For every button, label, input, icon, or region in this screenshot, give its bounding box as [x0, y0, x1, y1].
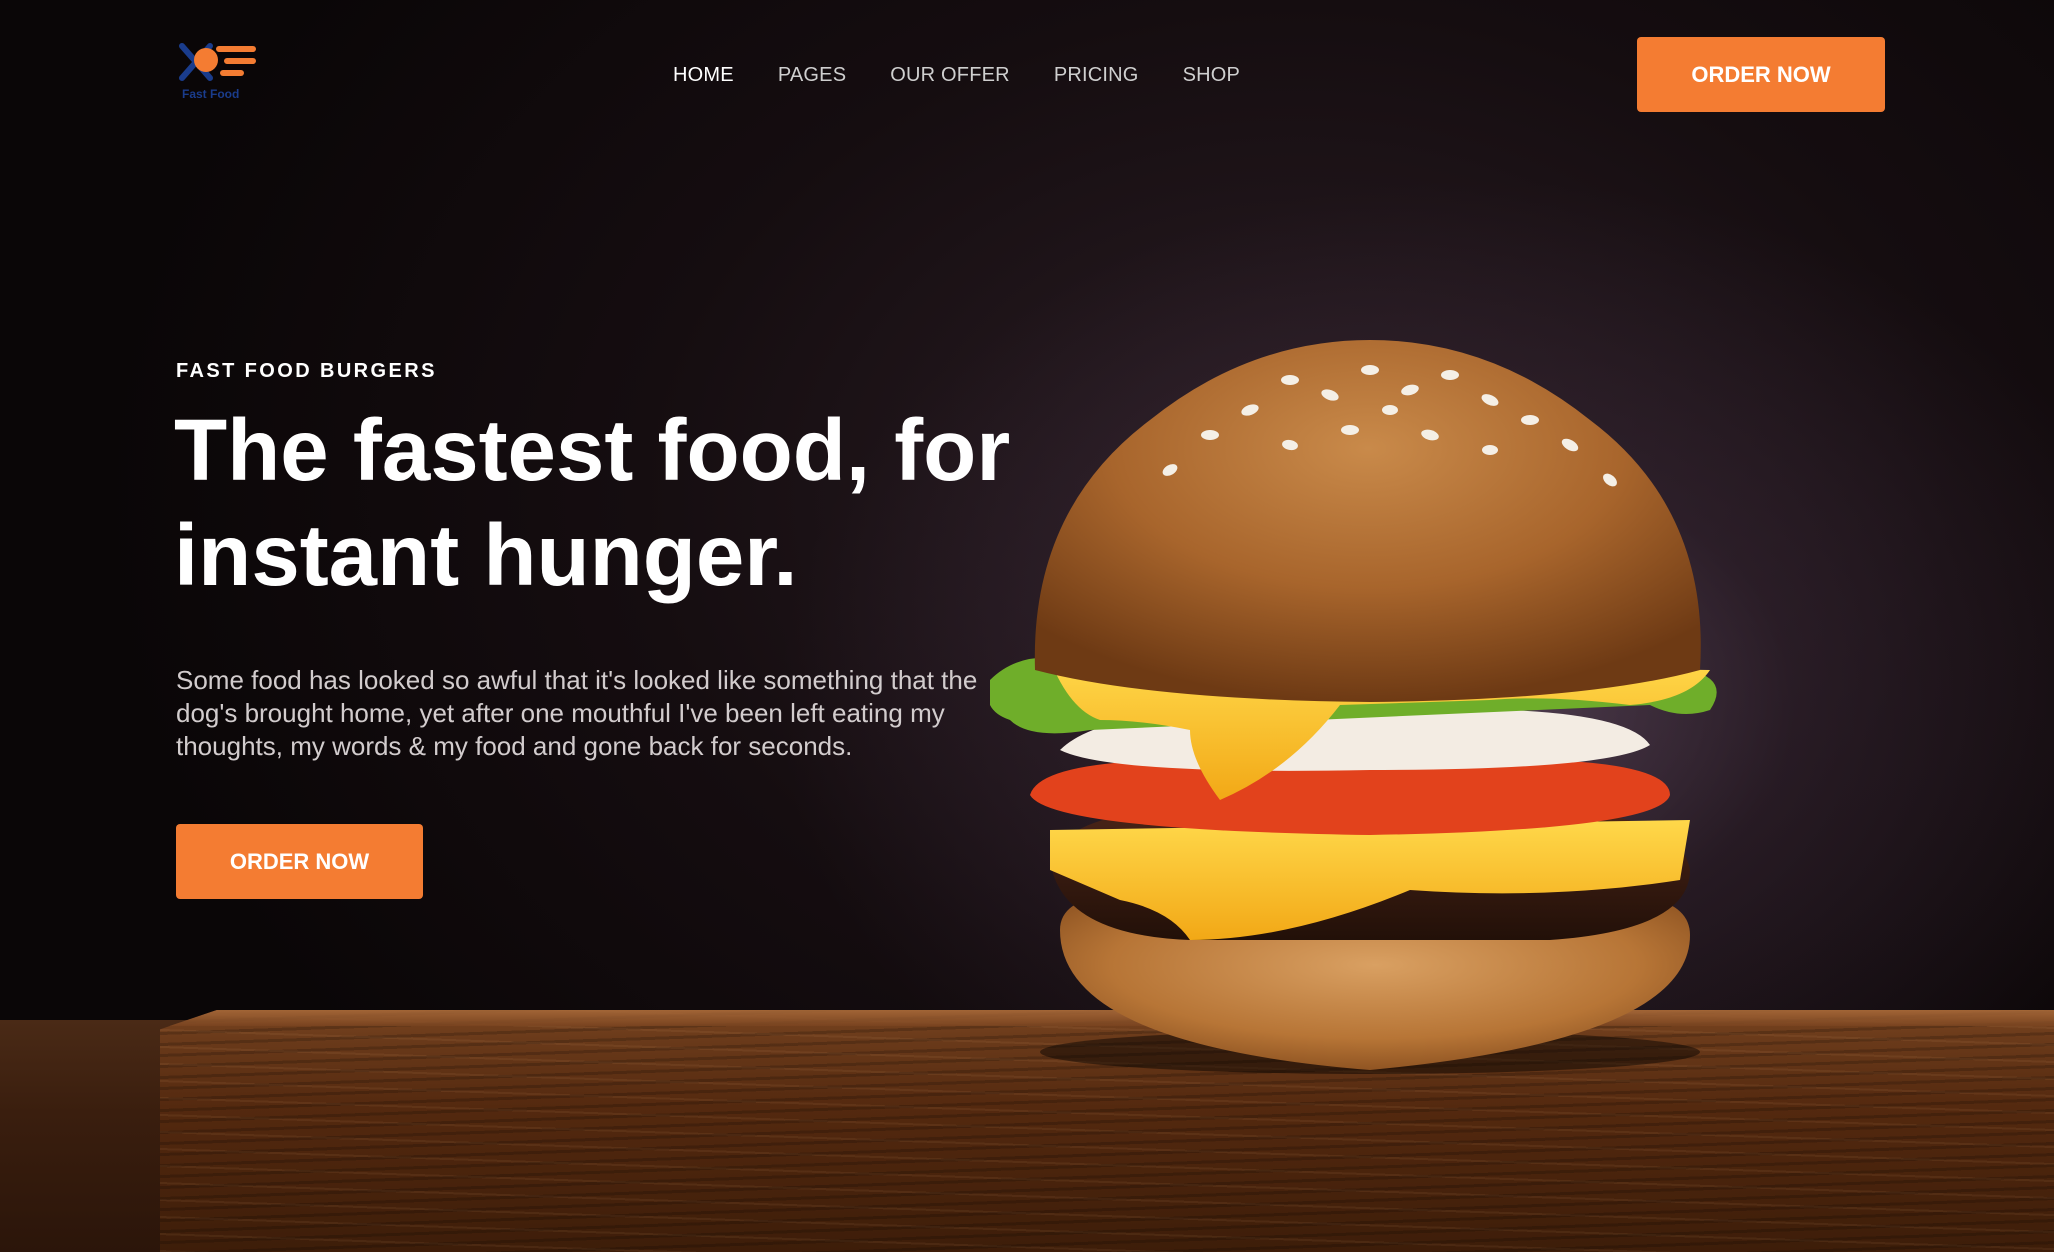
hero-headline-line-2: instant hunger.: [174, 507, 798, 604]
order-now-header-button[interactable]: ORDER NOW: [1637, 37, 1885, 112]
nav-item-shop[interactable]: SHOP: [1183, 60, 1240, 90]
fast-food-logo[interactable]: Fast Food: [178, 38, 264, 102]
hero-description: Some food has looked so awful that it's …: [176, 665, 978, 761]
nav-item-our-offer[interactable]: OUR OFFER: [890, 60, 1010, 90]
order-now-hero-button[interactable]: ORDER NOW: [176, 824, 423, 899]
hero-headline: The fastest food, for instant hunger.: [174, 398, 1034, 608]
main-nav: HOME PAGES OUR OFFER PRICING SHOP: [673, 60, 1284, 90]
hero-eyebrow: FAST FOOD BURGERS: [176, 360, 437, 382]
logo-text: Fast Food: [182, 87, 239, 101]
burger-image: [990, 340, 1717, 1074]
nav-item-pricing[interactable]: PRICING: [1054, 60, 1139, 90]
hero-headline-line-1: The fastest food, for: [174, 402, 1011, 499]
nav-item-home[interactable]: HOME: [673, 60, 734, 90]
hero-section: [0, 0, 2054, 1252]
nav-item-pages[interactable]: PAGES: [778, 60, 846, 90]
